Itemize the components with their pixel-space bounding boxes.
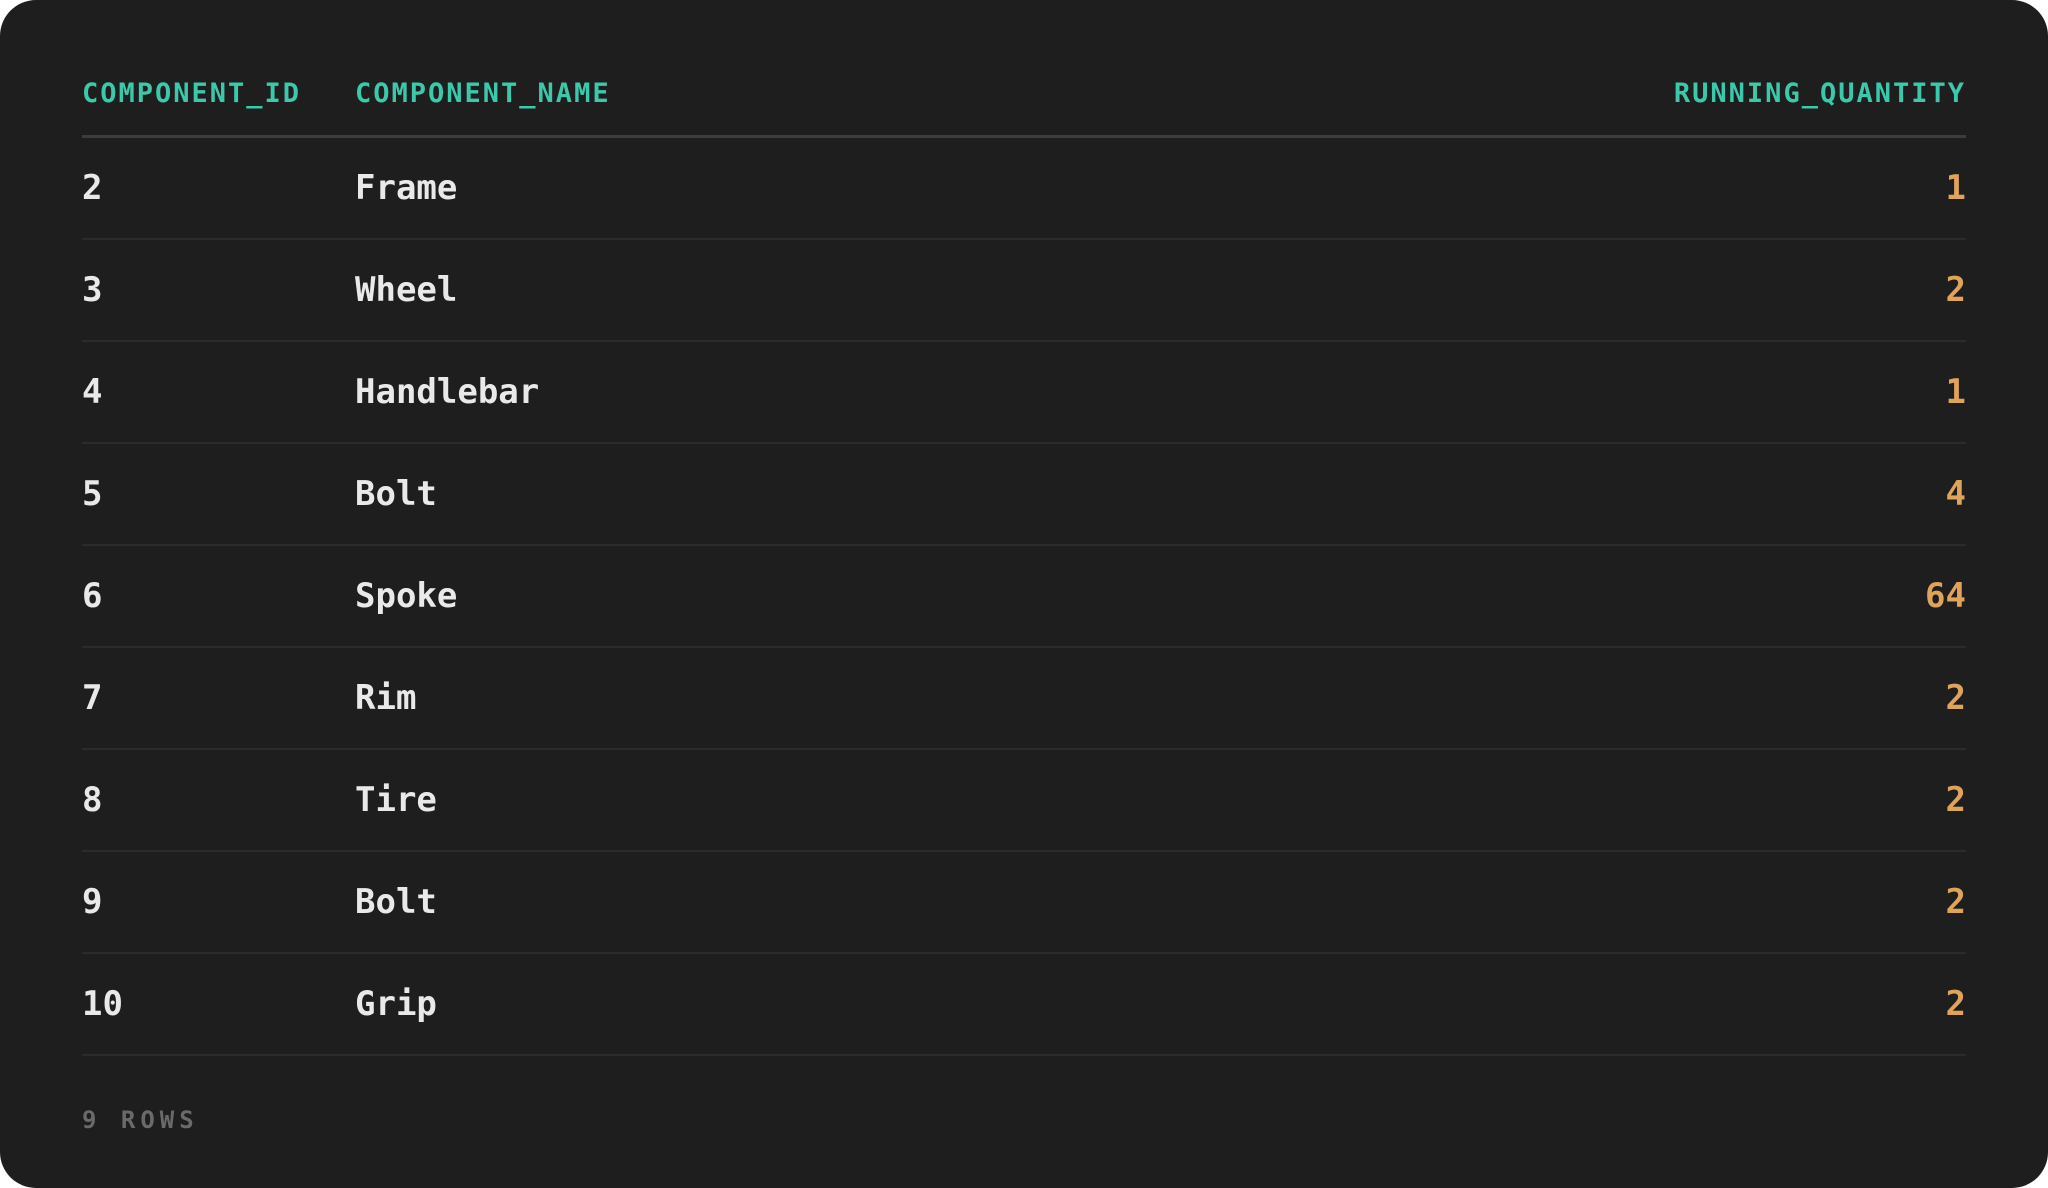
cell-component-name: Tire (355, 780, 437, 820)
cell-component-name: Wheel (355, 270, 458, 310)
table-row[interactable]: 6 Spoke 64 (82, 546, 1966, 648)
cell-running-quantity: 4 (1945, 474, 1966, 514)
cell-component-name: Bolt (355, 474, 437, 514)
cell-running-quantity: 2 (1945, 678, 1966, 718)
cell-component-id: 4 (82, 372, 103, 412)
table-row[interactable]: 5 Bolt 4 (82, 444, 1966, 546)
column-header-component-name[interactable]: COMPONENT_NAME (355, 52, 611, 139)
table-row[interactable]: 2 Frame 1 (82, 138, 1966, 240)
cell-component-id: 10 (82, 984, 123, 1024)
cell-component-name: Grip (355, 984, 437, 1024)
table-row[interactable]: 10 Grip 2 (82, 954, 1966, 1056)
table-row[interactable]: 7 Rim 2 (82, 648, 1966, 750)
cell-component-id: 2 (82, 168, 103, 208)
cell-running-quantity: 2 (1945, 882, 1966, 922)
row-count-label: 9 ROWS (82, 1106, 199, 1134)
column-header-component-id[interactable]: COMPONENT_ID (82, 52, 301, 139)
cell-running-quantity: 64 (1925, 576, 1966, 616)
cell-running-quantity: 2 (1945, 780, 1966, 820)
table-row[interactable]: 9 Bolt 2 (82, 852, 1966, 954)
cell-component-name: Handlebar (355, 372, 540, 412)
table-header-row: COMPONENT_ID COMPONENT_NAME RUNNING_QUAN… (82, 52, 1966, 138)
cell-running-quantity: 1 (1945, 372, 1966, 412)
cell-component-id: 5 (82, 474, 103, 514)
cell-component-name: Frame (355, 168, 458, 208)
query-results-panel: COMPONENT_ID COMPONENT_NAME RUNNING_QUAN… (0, 0, 2048, 1188)
cell-component-id: 3 (82, 270, 103, 310)
cell-component-name: Spoke (355, 576, 458, 616)
cell-running-quantity: 1 (1945, 168, 1966, 208)
results-table: COMPONENT_ID COMPONENT_NAME RUNNING_QUAN… (82, 52, 1966, 1056)
cell-component-id: 9 (82, 882, 103, 922)
cell-component-id: 7 (82, 678, 103, 718)
cell-running-quantity: 2 (1945, 984, 1966, 1024)
cell-component-name: Bolt (355, 882, 437, 922)
cell-component-id: 8 (82, 780, 103, 820)
cell-component-name: Rim (355, 678, 417, 718)
cell-component-id: 6 (82, 576, 103, 616)
cell-running-quantity: 2 (1945, 270, 1966, 310)
table-row[interactable]: 3 Wheel 2 (82, 240, 1966, 342)
table-row[interactable]: 4 Handlebar 1 (82, 342, 1966, 444)
table-row[interactable]: 8 Tire 2 (82, 750, 1966, 852)
column-header-running-quantity[interactable]: RUNNING_QUANTITY (1674, 52, 1966, 139)
